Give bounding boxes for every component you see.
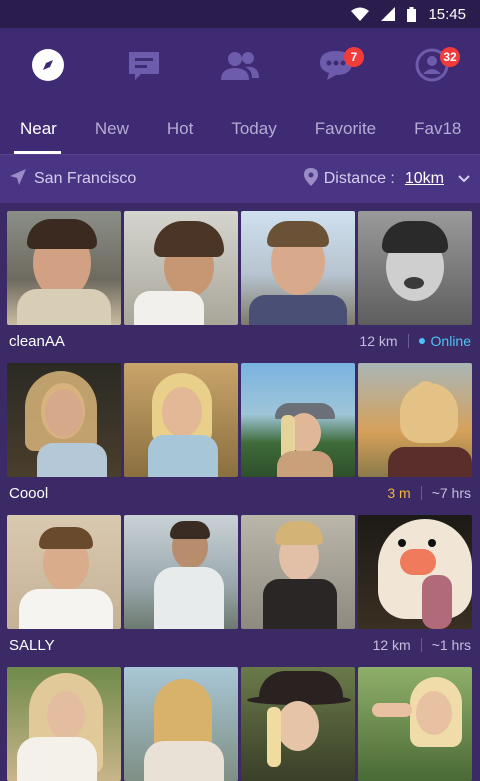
user-photo[interactable] <box>7 211 121 325</box>
user-card[interactable]: Coool 3 m ~7 hrs <box>7 363 473 509</box>
user-distance: 12 km <box>359 333 398 349</box>
nav-people-button[interactable] <box>210 37 270 97</box>
user-meta: SALLY 12 km ~1 hrs <box>7 629 473 661</box>
nav-profile-button[interactable]: 32 <box>402 37 462 97</box>
user-photo[interactable] <box>124 363 238 477</box>
top-navigation: 7 32 <box>0 28 480 106</box>
profile-badge: 32 <box>440 47 460 67</box>
user-name: SALLY <box>9 636 55 654</box>
user-name: Coool <box>9 484 49 502</box>
photo-strip <box>7 363 473 477</box>
user-photo[interactable] <box>358 363 472 477</box>
user-card[interactable]: cleanAA 12 km Online <box>7 211 473 357</box>
status-time: 15:45 <box>428 5 466 23</box>
user-photo[interactable] <box>124 515 238 629</box>
user-name: cleanAA <box>9 332 65 350</box>
distance-label: Distance : <box>323 170 395 187</box>
user-photo[interactable] <box>241 515 355 629</box>
signal-icon <box>381 7 396 21</box>
user-photo[interactable] <box>241 667 355 781</box>
user-distance: 12 km <box>372 637 411 653</box>
user-status-text: Online <box>430 333 471 349</box>
nav-discover-button[interactable] <box>18 37 78 97</box>
nav-feed-button[interactable] <box>114 37 174 97</box>
user-photo[interactable] <box>7 515 121 629</box>
user-photo[interactable] <box>124 667 238 781</box>
user-photo[interactable] <box>358 211 472 325</box>
photo-strip <box>7 211 473 325</box>
tab-today[interactable]: Today <box>211 106 294 154</box>
divider <box>407 334 409 348</box>
user-photo[interactable] <box>124 211 238 325</box>
user-photo[interactable] <box>241 211 355 325</box>
location-pin-icon <box>303 167 318 191</box>
user-photo[interactable] <box>358 667 472 781</box>
messages-badge: 7 <box>344 47 364 67</box>
online-dot-icon <box>418 338 425 344</box>
location-selector[interactable]: San Francisco <box>10 168 304 190</box>
tab-hot[interactable]: Hot <box>147 106 211 154</box>
distance-selector[interactable]: Distance : 10km <box>303 167 470 191</box>
chevron-down-icon <box>458 170 470 188</box>
divider <box>420 638 422 652</box>
photo-strip <box>7 667 473 781</box>
user-grid: cleanAA 12 km Online Coool 3 m ~7 hrs SA… <box>0 203 480 781</box>
user-status: Online <box>418 333 471 349</box>
user-photo[interactable] <box>358 515 472 629</box>
user-meta: Coool 3 m ~7 hrs <box>7 477 473 509</box>
user-status-text: ~7 hrs <box>431 485 471 501</box>
battery-icon <box>407 6 417 22</box>
user-card[interactable]: SALLY 12 km ~1 hrs <box>7 515 473 661</box>
divider <box>420 486 422 500</box>
compass-icon <box>31 48 65 87</box>
user-photo[interactable] <box>7 667 121 781</box>
user-photo[interactable] <box>241 363 355 477</box>
user-card[interactable] <box>7 667 473 781</box>
tab-favorite[interactable]: Favorite <box>295 106 394 154</box>
status-bar: 15:45 <box>0 0 480 28</box>
tab-fav18[interactable]: Fav18 <box>394 106 479 154</box>
user-photo[interactable] <box>7 363 121 477</box>
distance-value: 10km <box>404 170 444 187</box>
user-distance: 3 m <box>387 485 411 501</box>
user-status-text: ~1 hrs <box>431 637 471 653</box>
location-label: San Francisco <box>34 170 137 187</box>
nav-messages-button[interactable]: 7 <box>306 37 366 97</box>
people-icon <box>221 50 259 85</box>
navigation-arrow-icon <box>10 168 26 190</box>
photo-strip <box>7 515 473 629</box>
user-meta: cleanAA 12 km Online <box>7 325 473 357</box>
tab-near[interactable]: Near <box>0 106 75 154</box>
tab-new[interactable]: New <box>75 106 147 154</box>
filter-bar: San Francisco Distance : 10km <box>0 154 480 203</box>
wifi-icon <box>351 7 370 21</box>
chat-list-icon <box>127 48 161 87</box>
category-tabs: Near New Hot Today Favorite Fav18 <box>0 106 480 154</box>
